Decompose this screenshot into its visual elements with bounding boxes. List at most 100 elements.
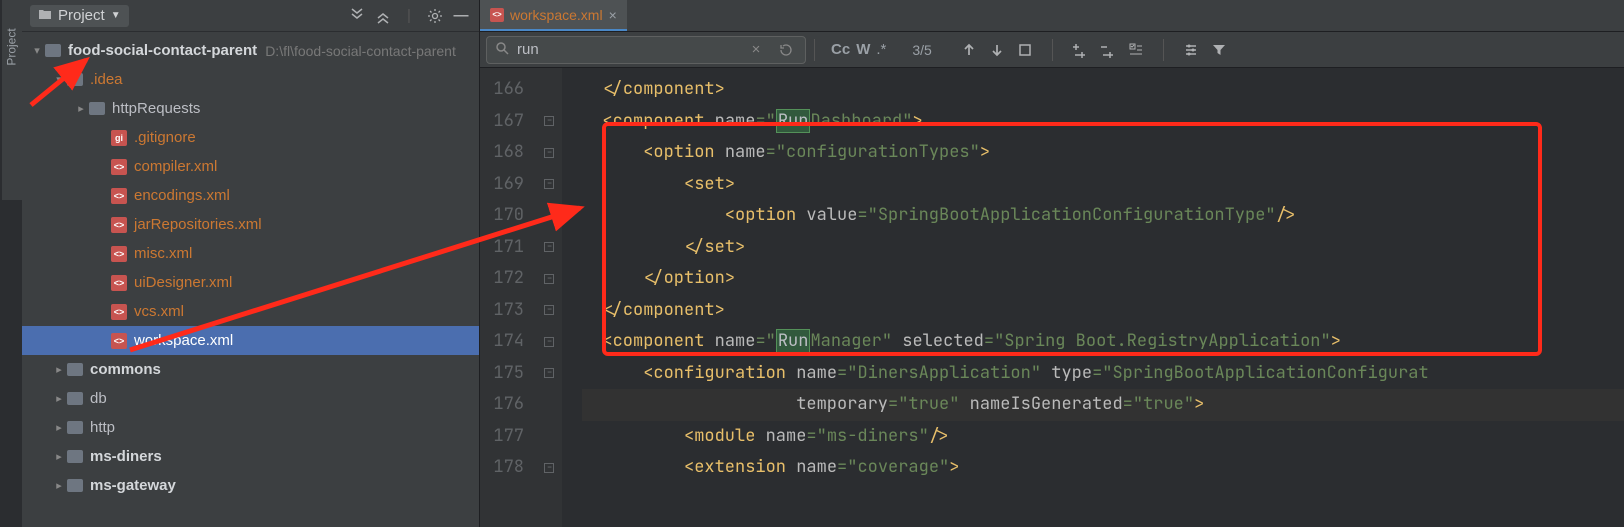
module-icon (44, 42, 62, 60)
xml-file-icon: <> (490, 8, 504, 22)
line-number: 177 (480, 421, 536, 453)
settings-gear-icon[interactable] (425, 6, 445, 26)
tab-label: workspace.xml (510, 7, 603, 23)
project-view-selector[interactable]: Project ▼ (30, 5, 129, 27)
words-button[interactable]: W (856, 39, 870, 61)
expand-all-icon[interactable] (373, 6, 393, 26)
tree-file-encodings[interactable]: <> encodings.xml (22, 181, 479, 210)
filter-settings-icon[interactable] (1180, 39, 1202, 61)
left-gutter-tabs: Project (2, 0, 22, 200)
prev-match-icon[interactable] (958, 39, 980, 61)
regex-button[interactable]: .* (876, 39, 886, 61)
file-label: .gitignore (134, 129, 196, 146)
code-line[interactable]: <option value="SpringBootApplicationConf… (582, 200, 1624, 232)
file-label: workspace.xml (134, 332, 233, 349)
code-line[interactable]: <module name="ms-diners"/> (582, 421, 1624, 453)
line-number: 167 (480, 106, 536, 138)
tree-file-misc[interactable]: <> misc.xml (22, 239, 479, 268)
line-number: 175 (480, 358, 536, 390)
search-icon (495, 41, 509, 59)
line-number: 168 (480, 137, 536, 169)
chevron-right-icon: ▸ (52, 450, 66, 463)
close-icon[interactable]: × (609, 7, 617, 23)
search-field-wrap[interactable]: × (486, 36, 806, 64)
file-label: uiDesigner.xml (134, 274, 232, 291)
code-line[interactable]: <option name="configurationTypes"> (582, 137, 1624, 169)
line-number: 172 (480, 263, 536, 295)
fold-toggle-icon[interactable] (536, 106, 562, 138)
vertical-tab-project[interactable]: Project (5, 28, 19, 65)
project-tree: ▾ food-social-contact-parent D:\fl\food-… (22, 32, 479, 500)
folder-icon (66, 448, 84, 466)
xml-file-icon: <> (110, 274, 128, 292)
fold-toggle-icon[interactable] (536, 295, 562, 327)
tree-idea-folder[interactable]: ▾ .idea (22, 65, 479, 94)
divider: | (399, 6, 419, 26)
hide-icon[interactable]: — (451, 6, 471, 26)
select-all-icon[interactable] (1014, 39, 1036, 61)
fold-toggle-icon[interactable] (536, 358, 562, 390)
editor-tab-workspace[interactable]: <> workspace.xml × (480, 0, 627, 31)
project-sidebar: Project ▼ | — ▾ food-social-contact-pare… (22, 0, 480, 527)
tree-folder-msdiners[interactable]: ▸ ms-diners (22, 442, 479, 471)
fold-toggle-icon[interactable] (536, 137, 562, 169)
fold-toggle-icon[interactable] (536, 326, 562, 358)
code-line[interactable]: </set> (582, 232, 1624, 264)
file-label: compiler.xml (134, 158, 217, 175)
remove-selection-icon[interactable] (1097, 39, 1119, 61)
file-label: vcs.xml (134, 303, 184, 320)
code-line[interactable]: </component> (582, 74, 1624, 106)
project-toolbar: Project ▼ | — (22, 0, 479, 32)
folder-icon (66, 419, 84, 437)
fold-toggle-icon[interactable] (536, 263, 562, 295)
code-line[interactable]: <component name="RunDashboard"> (582, 106, 1624, 138)
collapse-all-icon[interactable] (347, 6, 367, 26)
tree-folder-msgateway[interactable]: ▸ ms-gateway (22, 471, 479, 500)
fold-gutter (536, 68, 562, 527)
tree-folder-db[interactable]: ▸ db (22, 384, 479, 413)
separator (814, 39, 815, 61)
tree-folder-http[interactable]: ▸ http (22, 413, 479, 442)
search-history-icon[interactable] (775, 39, 797, 61)
code-line[interactable]: </component> (582, 295, 1624, 327)
file-label: encodings.xml (134, 187, 230, 204)
tree-file-uidesigner[interactable]: <> uiDesigner.xml (22, 268, 479, 297)
tree-folder-commons[interactable]: ▸ commons (22, 355, 479, 384)
code-line[interactable]: </option> (582, 263, 1624, 295)
next-match-icon[interactable] (986, 39, 1008, 61)
tree-file-gitignore[interactable]: gi .gitignore (22, 123, 479, 152)
folder-label: .idea (90, 71, 123, 88)
code-line[interactable]: <component name="RunManager" selected="S… (582, 326, 1624, 358)
folder-label: db (90, 390, 107, 407)
select-all-occurrences-icon[interactable] (1125, 39, 1147, 61)
folder-icon (66, 390, 84, 408)
add-selection-icon[interactable] (1069, 39, 1091, 61)
xml-file-icon: <> (110, 332, 128, 350)
fold-toggle-icon[interactable] (536, 169, 562, 201)
code-content[interactable]: </component> <component name="RunDashboa… (562, 68, 1624, 527)
chevron-down-icon: ▼ (111, 10, 121, 21)
xml-file-icon: <> (110, 158, 128, 176)
folder-label: ms-diners (90, 448, 162, 465)
tree-file-vcs[interactable]: <> vcs.xml (22, 297, 479, 326)
code-line[interactable]: temporary="true" nameIsGenerated="true"> (582, 389, 1624, 421)
code-line[interactable]: <set> (582, 169, 1624, 201)
search-input[interactable] (517, 41, 737, 58)
code-line[interactable]: <configuration name="DinersApplication" … (582, 358, 1624, 390)
tree-file-workspace[interactable]: <> workspace.xml (22, 326, 479, 355)
file-label: jarRepositories.xml (134, 216, 262, 233)
filter-icon[interactable] (1208, 39, 1230, 61)
match-case-button[interactable]: Cc (831, 39, 850, 61)
fold-toggle-icon[interactable] (536, 232, 562, 264)
tree-httprequests-folder[interactable]: ▸ httpRequests (22, 94, 479, 123)
code-editor[interactable]: 166 167 168 169 170 171 172 173 174 175 … (480, 68, 1624, 527)
clear-search-icon[interactable]: × (745, 39, 767, 61)
tree-root[interactable]: ▾ food-social-contact-parent D:\fl\food-… (22, 36, 479, 65)
line-gutter: 166 167 168 169 170 171 172 173 174 175 … (480, 68, 536, 527)
fold-toggle-icon[interactable] (536, 452, 562, 484)
search-result-count: 3/5 (902, 42, 941, 58)
code-line[interactable]: <extension name="coverage"> (582, 452, 1624, 484)
line-number: 174 (480, 326, 536, 358)
tree-file-jarrepositories[interactable]: <> jarRepositories.xml (22, 210, 479, 239)
tree-file-compiler[interactable]: <> compiler.xml (22, 152, 479, 181)
